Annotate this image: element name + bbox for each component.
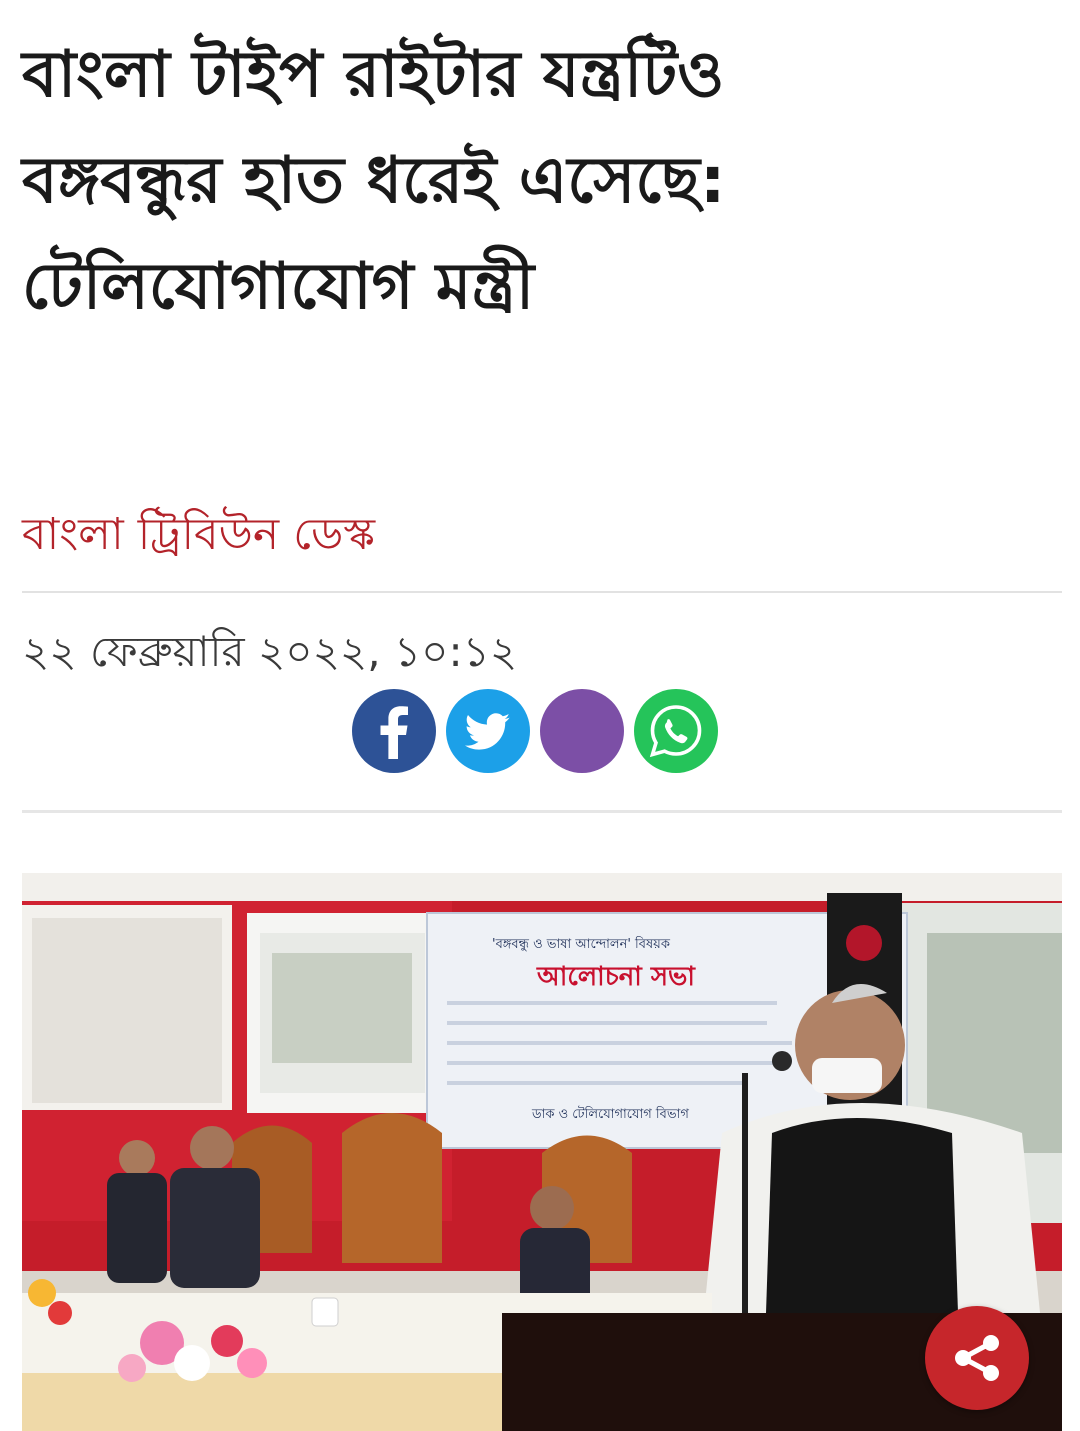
author-byline[interactable]: বাংলা ট্রিবিউন ডেস্ক [22,505,375,565]
viber-icon [540,689,624,773]
headline-line-2: বঙ্গবন্ধুর হাত ধরেই এসেছে: [22,144,726,218]
photo-illustration: 'বঙ্গবন্ধু ও ভাষা আন্দোলন' বিষয়ক আলোচনা… [22,873,1062,1431]
headline-line-1: বাংলা টাইপ রাইটার যন্ত্রটিও [22,38,725,112]
banner-subtitle: 'বঙ্গবন্ধু ও ভাষা আন্দোলন' বিষয়ক [492,936,671,952]
whatsapp-icon [649,705,702,758]
share-icon [955,1335,999,1381]
facebook-share-button[interactable] [352,689,436,773]
article-headline: বাংলা টাইপ রাইটার যন্ত্রটিও বঙ্গবন্ধুর হ… [22,22,1062,340]
headline-line-3: টেলিযোগাযোগ মন্ত্রী [22,250,535,324]
share-buttons [352,689,718,773]
whatsapp-share-button[interactable] [634,689,718,773]
twitter-share-button[interactable] [446,689,530,773]
banner-footer: ডাক ও টেলিযোগাযোগ বিভাগ [531,1106,689,1122]
facebook-icon [380,706,408,759]
twitter-icon [464,713,510,750]
publish-date: ২২ ফেব্রুয়ারি ২০২২, ১০:১২ [22,627,518,676]
viber-share-button[interactable] [540,689,624,773]
divider [22,810,1062,813]
article-photo: 'বঙ্গবন্ধু ও ভাষা আন্দোলন' বিষয়ক আলোচনা… [22,873,1062,1431]
floating-share-button[interactable] [925,1306,1029,1410]
article-page: বাংলা টাইপ রাইটার যন্ত্রটিও বঙ্গবন্ধুর হ… [0,0,1080,1431]
divider [22,591,1062,593]
banner-title: আলোচনা সভা [536,962,696,992]
